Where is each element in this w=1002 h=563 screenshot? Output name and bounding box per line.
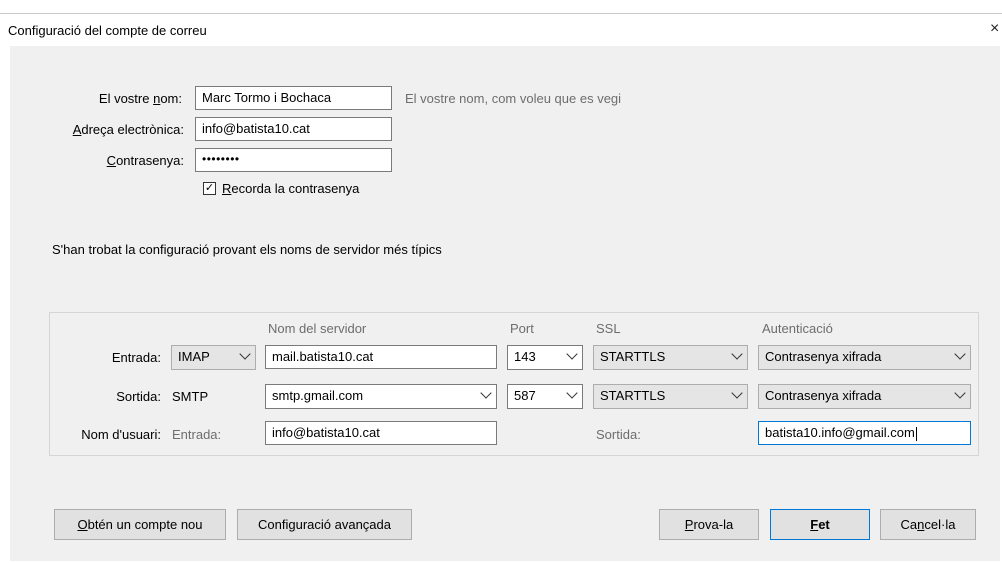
chevron-down-icon (731, 348, 743, 360)
name-input[interactable]: Marc Tormo i Bochaca (195, 86, 392, 110)
outgoing-username-input[interactable]: batista10.info@gmail.com (758, 421, 971, 445)
name-label: El vostre nom: (98, 91, 182, 106)
close-icon[interactable]: × (990, 20, 999, 38)
chevron-down-icon (480, 387, 492, 399)
password-input[interactable]: •••••••• (195, 148, 392, 172)
name-hint: El vostre nom, com voleu que es vegi (405, 91, 622, 106)
header-server: Nom del servidor (268, 321, 367, 336)
username-incoming-label: Entrada: (172, 427, 222, 442)
chevron-down-icon (954, 348, 966, 360)
window-title: Configuració del compte de correu (8, 23, 207, 38)
username-outgoing-label: Sortida: (596, 427, 641, 442)
chevron-down-icon (954, 387, 966, 399)
chevron-down-icon (731, 387, 743, 399)
header-ssl: SSL (596, 321, 621, 336)
outgoing-server-combo[interactable]: smtp.gmail.com (265, 384, 497, 409)
status-message: S'han trobat la configuració provant els… (52, 242, 442, 257)
outgoing-ssl-select[interactable]: STARTTLS (593, 384, 748, 409)
test-button[interactable]: Prova-la (659, 509, 759, 540)
password-label: Contrasenya: (106, 153, 184, 168)
done-button[interactable]: Fet (770, 509, 870, 540)
email-label: Adreça electrònica: (72, 122, 184, 137)
email-input[interactable]: info@batista10.cat (195, 117, 392, 141)
incoming-ssl-select[interactable]: STARTTLS (593, 345, 748, 370)
cancel-button[interactable]: Cancel·la (880, 509, 976, 540)
header-auth: Autenticació (762, 321, 833, 336)
advanced-config-button[interactable]: Configuració avançada (237, 509, 412, 540)
remember-checkbox[interactable]: ✓ (203, 182, 216, 195)
outgoing-protocol: SMTP (172, 389, 209, 404)
new-account-button[interactable]: Obtén un compte nou (54, 509, 226, 540)
incoming-username-input[interactable]: info@batista10.cat (265, 421, 497, 445)
chevron-down-icon (566, 387, 578, 399)
incoming-port-select[interactable]: 143 (507, 345, 583, 370)
incoming-auth-select[interactable]: Contrasenya xifrada (758, 345, 971, 370)
incoming-protocol-select[interactable]: IMAP (171, 345, 256, 370)
incoming-server-input[interactable]: mail.batista10.cat (265, 345, 497, 369)
outgoing-port-select[interactable]: 587 (507, 384, 583, 409)
incoming-label: Entrada: (111, 350, 161, 365)
remember-label[interactable]: Recorda la contrasenya (222, 181, 359, 196)
text-caret (915, 426, 917, 441)
chevron-down-icon (566, 348, 578, 360)
chevron-down-icon (239, 348, 251, 360)
outgoing-auth-select[interactable]: Contrasenya xifrada (758, 384, 971, 409)
username-label: Nom d'usuari: (81, 427, 161, 442)
outgoing-label: Sortida: (116, 389, 161, 404)
header-port: Port (510, 321, 534, 336)
